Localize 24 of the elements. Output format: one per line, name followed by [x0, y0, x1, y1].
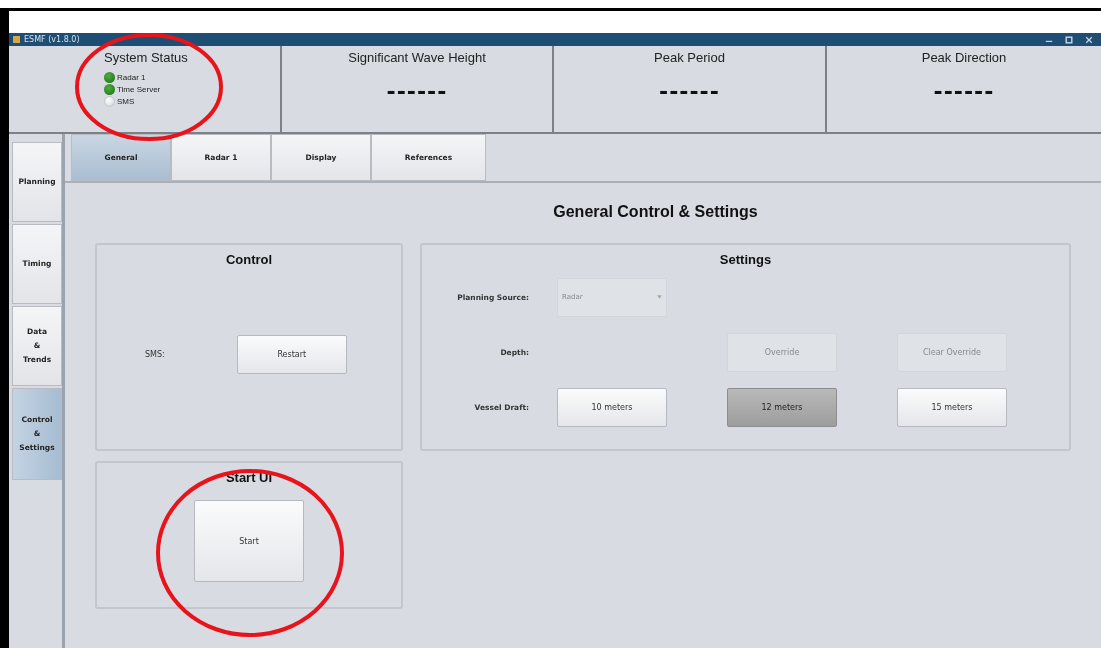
option-button[interactable]: 15 meters — [897, 387, 1007, 427]
caret-icon — [657, 295, 662, 299]
status-label: Time Server — [117, 84, 161, 94]
readout-value: ------ — [386, 79, 448, 104]
option-button[interactable]: 10 meters — [557, 387, 667, 427]
start-button[interactable]: Start — [194, 500, 304, 582]
readout-value: ------ — [659, 79, 720, 104]
close-icon[interactable] — [1085, 35, 1093, 44]
readout-title: Peak Period — [654, 50, 725, 65]
readout-title: Peak Direction — [921, 50, 1007, 65]
status-title: System Status — [104, 50, 188, 65]
readout-title: Significant Wave Height — [348, 50, 486, 65]
readout-value: ------ — [933, 79, 995, 104]
panel-title: Settings — [718, 252, 773, 267]
status-label: SMS — [117, 96, 135, 106]
panel-title: Control — [225, 252, 273, 267]
option-button[interactable]: 12 meters — [727, 387, 837, 427]
field-label: SMS: — [144, 350, 165, 359]
restart-button[interactable]: Restart — [236, 335, 347, 374]
window-title: ESMF (v1.8.0) — [24, 35, 80, 44]
app-icon — [13, 36, 20, 43]
status-label: Radar 1 — [117, 72, 146, 82]
page-heading: General Control & Settings — [552, 203, 759, 221]
restore-icon[interactable] — [1065, 35, 1073, 44]
